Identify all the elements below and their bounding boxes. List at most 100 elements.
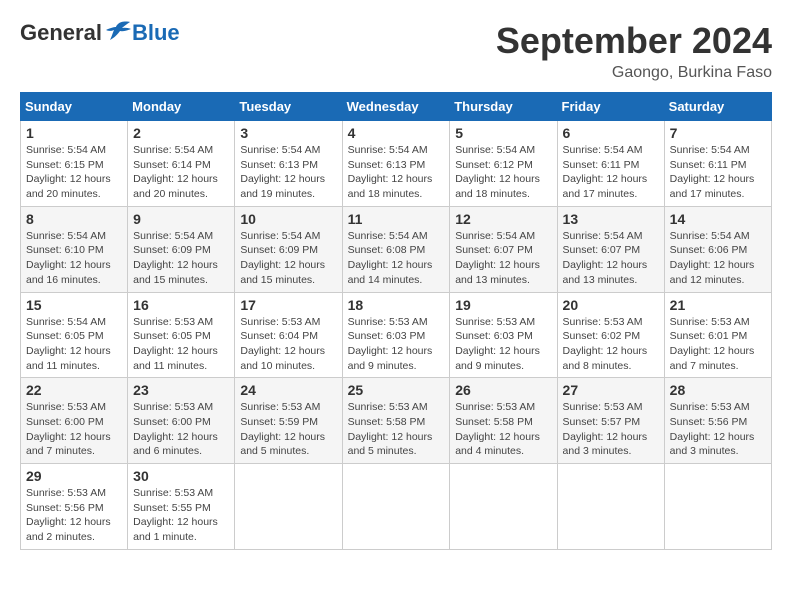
day-info: Sunrise: 5:54 AMSunset: 6:05 PMDaylight:… bbox=[26, 315, 122, 374]
day-info: Sunrise: 5:54 AMSunset: 6:14 PMDaylight:… bbox=[133, 143, 229, 202]
day-cell bbox=[342, 464, 450, 550]
day-cell: 27Sunrise: 5:53 AMSunset: 5:57 PMDayligh… bbox=[557, 378, 664, 464]
week-row-2: 8 Sunrise: 5:54 AMSunset: 6:10 PMDaylight… bbox=[21, 206, 772, 292]
day-cell bbox=[235, 464, 342, 550]
day-info: Sunrise: 5:54 AMSunset: 6:10 PMDaylight:… bbox=[26, 229, 122, 288]
day-cell: 12 Sunrise: 5:54 AMSunset: 6:07 PMDayligh… bbox=[450, 206, 557, 292]
day-info: Sunrise: 5:53 AMSunset: 6:02 PMDaylight:… bbox=[563, 315, 659, 374]
day-number: 12 bbox=[455, 211, 551, 227]
day-cell: 8 Sunrise: 5:54 AMSunset: 6:10 PMDaylight… bbox=[21, 206, 128, 292]
week-row-5: 29 Sunrise: 5:53 AMSunset: 5:56 PMDayligh… bbox=[21, 464, 772, 550]
day-cell: 4 Sunrise: 5:54 AMSunset: 6:13 PMDaylight… bbox=[342, 121, 450, 207]
day-info: Sunrise: 5:53 AMSunset: 6:05 PMDaylight:… bbox=[133, 315, 229, 374]
weekday-header-row: SundayMondayTuesdayWednesdayThursdayFrid… bbox=[21, 93, 772, 121]
weekday-header-tuesday: Tuesday bbox=[235, 93, 342, 121]
day-info: Sunrise: 5:53 AMSunset: 6:00 PMDaylight:… bbox=[26, 400, 122, 459]
day-number: 21 bbox=[670, 297, 766, 313]
day-cell: 5 Sunrise: 5:54 AMSunset: 6:12 PMDaylight… bbox=[450, 121, 557, 207]
day-cell: 26Sunrise: 5:53 AMSunset: 5:58 PMDayligh… bbox=[450, 378, 557, 464]
day-info: Sunrise: 5:54 AMSunset: 6:12 PMDaylight:… bbox=[455, 143, 551, 202]
day-cell: 6 Sunrise: 5:54 AMSunset: 6:11 PMDaylight… bbox=[557, 121, 664, 207]
weekday-header-wednesday: Wednesday bbox=[342, 93, 450, 121]
bird-icon bbox=[104, 20, 132, 42]
day-number: 9 bbox=[133, 211, 229, 227]
day-info: Sunrise: 5:53 AMSunset: 6:04 PMDaylight:… bbox=[240, 315, 336, 374]
day-cell: 20 Sunrise: 5:53 AMSunset: 6:02 PMDayligh… bbox=[557, 292, 664, 378]
day-number: 5 bbox=[455, 125, 551, 141]
day-info: Sunrise: 5:54 AMSunset: 6:11 PMDaylight:… bbox=[563, 143, 659, 202]
day-number: 30 bbox=[133, 468, 229, 484]
week-row-1: 1Sunrise: 5:54 AMSunset: 6:15 PMDaylight… bbox=[21, 121, 772, 207]
day-cell: 24 Sunrise: 5:53 AMSunset: 5:59 PMDayligh… bbox=[235, 378, 342, 464]
week-row-4: 22 Sunrise: 5:53 AMSunset: 6:00 PMDayligh… bbox=[21, 378, 772, 464]
day-cell: 30 Sunrise: 5:53 AMSunset: 5:55 PMDayligh… bbox=[128, 464, 235, 550]
day-info: Sunrise: 5:53 AMSunset: 6:03 PMDaylight:… bbox=[455, 315, 551, 374]
day-cell: 23 Sunrise: 5:53 AMSunset: 6:00 PMDayligh… bbox=[128, 378, 235, 464]
day-cell: 3Sunrise: 5:54 AMSunset: 6:13 PMDaylight… bbox=[235, 121, 342, 207]
day-info: Sunrise: 5:54 AMSunset: 6:07 PMDaylight:… bbox=[455, 229, 551, 288]
day-info: Sunrise: 5:54 AMSunset: 6:15 PMDaylight:… bbox=[26, 143, 122, 202]
day-number: 15 bbox=[26, 297, 122, 313]
day-cell: 10 Sunrise: 5:54 AMSunset: 6:09 PMDayligh… bbox=[235, 206, 342, 292]
weekday-header-monday: Monday bbox=[128, 93, 235, 121]
day-info: Sunrise: 5:54 AMSunset: 6:08 PMDaylight:… bbox=[348, 229, 445, 288]
day-number: 4 bbox=[348, 125, 445, 141]
day-number: 20 bbox=[563, 297, 659, 313]
day-info: Sunrise: 5:53 AMSunset: 5:55 PMDaylight:… bbox=[133, 486, 229, 545]
day-cell bbox=[664, 464, 771, 550]
logo-general: General bbox=[20, 20, 102, 46]
day-number: 7 bbox=[670, 125, 766, 141]
day-number: 2 bbox=[133, 125, 229, 141]
day-info: Sunrise: 5:53 AMSunset: 5:58 PMDaylight:… bbox=[348, 400, 445, 459]
day-info: Sunrise: 5:53 AMSunset: 6:00 PMDaylight:… bbox=[133, 400, 229, 459]
month-title: September 2024 bbox=[496, 20, 772, 62]
day-cell: 14Sunrise: 5:54 AMSunset: 6:06 PMDayligh… bbox=[664, 206, 771, 292]
day-number: 8 bbox=[26, 211, 122, 227]
day-number: 6 bbox=[563, 125, 659, 141]
day-number: 23 bbox=[133, 382, 229, 398]
day-info: Sunrise: 5:53 AMSunset: 6:01 PMDaylight:… bbox=[670, 315, 766, 374]
day-number: 26 bbox=[455, 382, 551, 398]
day-number: 29 bbox=[26, 468, 122, 484]
day-info: Sunrise: 5:53 AMSunset: 5:57 PMDaylight:… bbox=[563, 400, 659, 459]
weekday-header-saturday: Saturday bbox=[664, 93, 771, 121]
day-number: 14 bbox=[670, 211, 766, 227]
day-cell: 25 Sunrise: 5:53 AMSunset: 5:58 PMDayligh… bbox=[342, 378, 450, 464]
day-cell: 11 Sunrise: 5:54 AMSunset: 6:08 PMDayligh… bbox=[342, 206, 450, 292]
day-info: Sunrise: 5:54 AMSunset: 6:11 PMDaylight:… bbox=[670, 143, 766, 202]
location: Gaongo, Burkina Faso bbox=[496, 64, 772, 82]
day-cell: 15 Sunrise: 5:54 AMSunset: 6:05 PMDayligh… bbox=[21, 292, 128, 378]
day-cell bbox=[557, 464, 664, 550]
calendar-table: SundayMondayTuesdayWednesdayThursdayFrid… bbox=[20, 92, 772, 550]
logo: General Blue bbox=[20, 20, 180, 46]
day-info: Sunrise: 5:53 AMSunset: 5:59 PMDaylight:… bbox=[240, 400, 336, 459]
day-cell: 7 Sunrise: 5:54 AMSunset: 6:11 PMDaylight… bbox=[664, 121, 771, 207]
day-cell: 2 Sunrise: 5:54 AMSunset: 6:14 PMDaylight… bbox=[128, 121, 235, 207]
day-info: Sunrise: 5:53 AMSunset: 5:56 PMDaylight:… bbox=[26, 486, 122, 545]
day-number: 24 bbox=[240, 382, 336, 398]
day-info: Sunrise: 5:54 AMSunset: 6:13 PMDaylight:… bbox=[348, 143, 445, 202]
day-cell: 19Sunrise: 5:53 AMSunset: 6:03 PMDayligh… bbox=[450, 292, 557, 378]
day-number: 17 bbox=[240, 297, 336, 313]
day-cell: 29 Sunrise: 5:53 AMSunset: 5:56 PMDayligh… bbox=[21, 464, 128, 550]
day-cell bbox=[450, 464, 557, 550]
day-number: 28 bbox=[670, 382, 766, 398]
day-info: Sunrise: 5:54 AMSunset: 6:09 PMDaylight:… bbox=[133, 229, 229, 288]
logo-blue: Blue bbox=[132, 20, 180, 46]
day-number: 10 bbox=[240, 211, 336, 227]
title-area: September 2024 Gaongo, Burkina Faso bbox=[496, 20, 772, 82]
day-number: 22 bbox=[26, 382, 122, 398]
weekday-header-thursday: Thursday bbox=[450, 93, 557, 121]
day-number: 25 bbox=[348, 382, 445, 398]
day-cell: 1Sunrise: 5:54 AMSunset: 6:15 PMDaylight… bbox=[21, 121, 128, 207]
day-cell: 21 Sunrise: 5:53 AMSunset: 6:01 PMDayligh… bbox=[664, 292, 771, 378]
day-number: 16 bbox=[133, 297, 229, 313]
day-cell: 16 Sunrise: 5:53 AMSunset: 6:05 PMDayligh… bbox=[128, 292, 235, 378]
day-info: Sunrise: 5:54 AMSunset: 6:07 PMDaylight:… bbox=[563, 229, 659, 288]
day-cell: 9 Sunrise: 5:54 AMSunset: 6:09 PMDaylight… bbox=[128, 206, 235, 292]
day-cell: 17 Sunrise: 5:53 AMSunset: 6:04 PMDayligh… bbox=[235, 292, 342, 378]
day-number: 11 bbox=[348, 211, 445, 227]
page-header: General Blue September 2024 Gaongo, Burk… bbox=[20, 20, 772, 82]
day-number: 13 bbox=[563, 211, 659, 227]
day-info: Sunrise: 5:54 AMSunset: 6:09 PMDaylight:… bbox=[240, 229, 336, 288]
